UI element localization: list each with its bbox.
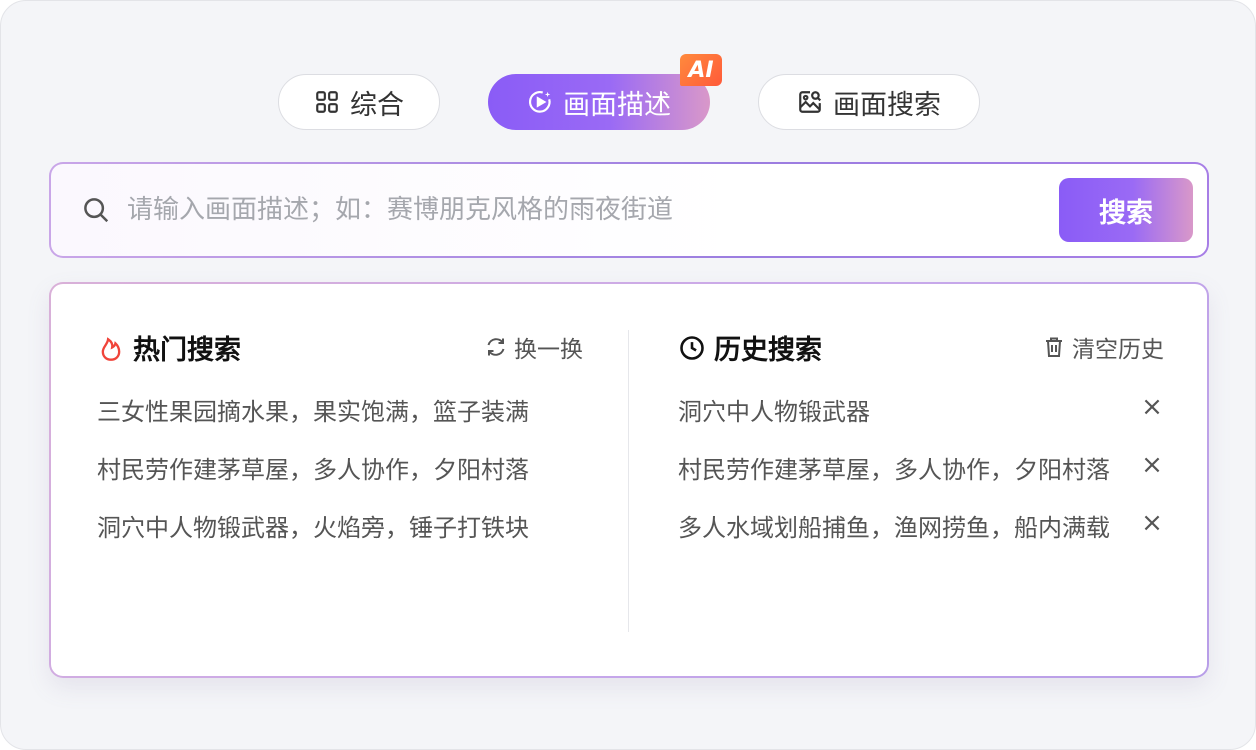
suggestion-panel: 热门搜索 换一换 三女性果园摘水果，果实饱满，篮子装满 村民劳作建茅草屋，多人协… [49, 282, 1209, 678]
clear-history-button[interactable]: 清空历史 [1042, 330, 1164, 364]
search-widget: 综合 画面描述 AI 画面搜索 请输入画面描述；如：赛博朋克风格的雨夜街道 搜索… [0, 0, 1256, 750]
history-item[interactable]: 多人水域划船捕鱼，渔网捞鱼，船内满载 [678, 508, 1118, 566]
search-mode-tabs: 综合 画面描述 AI 画面搜索 [1, 54, 1255, 130]
grid-icon [316, 91, 338, 113]
search-bar-inner: 搜索 [51, 164, 1207, 256]
hot-search-title-text: 热门搜索 [133, 335, 241, 366]
hot-search-item[interactable]: 村民劳作建茅草屋，多人协作，夕阳村落 [97, 450, 577, 508]
history-row: 村民劳作建茅草屋，多人协作，夕阳村落 × [678, 450, 1164, 508]
history-row: 多人水域划船捕鱼，渔网捞鱼，船内满载 × [678, 508, 1164, 566]
clock-icon [680, 335, 704, 360]
clear-history-label: 清空历史 [1072, 337, 1164, 363]
search-bar: 搜索 [49, 162, 1209, 258]
suggestion-panel-inner: 热门搜索 换一换 三女性果园摘水果，果实饱满，篮子装满 村民劳作建茅草屋，多人协… [51, 284, 1207, 676]
close-icon[interactable]: × [1140, 508, 1164, 540]
close-icon[interactable]: × [1140, 392, 1164, 424]
column-divider [628, 330, 629, 632]
close-icon[interactable]: × [1140, 450, 1164, 482]
hot-search-item[interactable]: 洞穴中人物锻武器，火焰旁，锤子打铁块 [97, 508, 577, 566]
hot-search-list: 三女性果园摘水果，果实饱满，篮子装满 村民劳作建茅草屋，多人协作，夕阳村落 洞穴… [97, 392, 583, 566]
trash-icon [1046, 337, 1062, 357]
history-row: 洞穴中人物锻武器 × [678, 392, 1164, 450]
refresh-button[interactable]: 换一换 [484, 330, 583, 364]
history-title: 历史搜索 [678, 328, 822, 367]
history-item[interactable]: 洞穴中人物锻武器 [678, 392, 1118, 450]
hot-search-section: 热门搜索 换一换 三女性果园摘水果，果实饱满，篮子装满 村民劳作建茅草屋，多人协… [97, 328, 583, 542]
hot-search-header: 热门搜索 换一换 [97, 328, 583, 367]
fire-icon [101, 336, 121, 361]
tab-scene-description[interactable]: 画面描述 [488, 74, 710, 130]
tab-label: 综合 [350, 89, 404, 121]
search-input[interactable] [127, 184, 1027, 236]
refresh-icon [487, 338, 505, 356]
sparkle-play-icon [528, 91, 551, 113]
image-search-icon [799, 91, 822, 113]
search-icon [84, 198, 109, 223]
history-title-text: 历史搜索 [714, 335, 822, 366]
history-item[interactable]: 村民劳作建茅草屋，多人协作，夕阳村落 [678, 450, 1118, 508]
ai-badge: AI [680, 54, 722, 86]
history-header: 历史搜索 清空历史 [678, 328, 1164, 367]
tab-image-search[interactable]: 画面搜索 [758, 74, 980, 130]
tab-label: 画面描述 [563, 89, 671, 121]
search-button[interactable]: 搜索 [1059, 178, 1193, 242]
refresh-label: 换一换 [514, 337, 583, 363]
hot-search-title: 热门搜索 [97, 328, 241, 367]
history-section: 历史搜索 清空历史 洞穴中人物锻武器 × 村民劳作建茅草屋，多人协作，夕阳村落 … [678, 328, 1164, 542]
history-list: 洞穴中人物锻武器 × 村民劳作建茅草屋，多人协作，夕阳村落 × 多人水域划船捕鱼… [678, 392, 1164, 566]
hot-search-item[interactable]: 三女性果园摘水果，果实饱满，篮子装满 [97, 392, 577, 450]
tab-comprehensive[interactable]: 综合 [278, 74, 440, 130]
tab-label: 画面搜索 [833, 89, 941, 121]
